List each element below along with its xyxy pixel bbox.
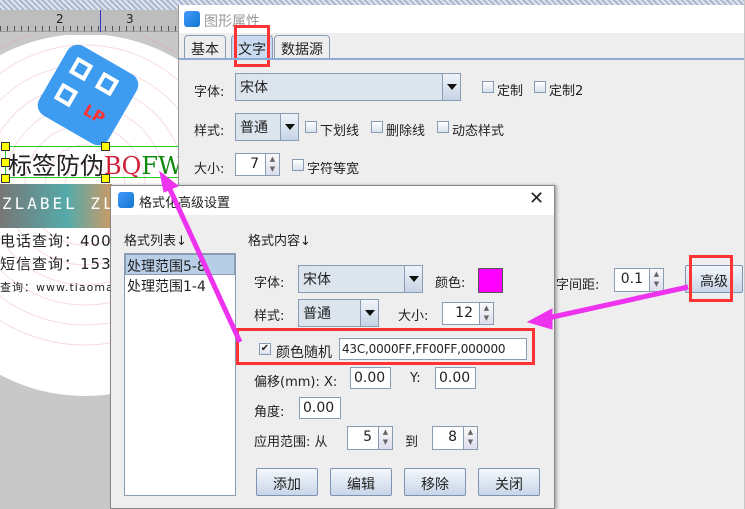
arrow-line [165,183,243,344]
arrow-head [159,170,179,193]
annotation-arrows [159,170,689,344]
arrow-line [547,284,689,321]
arrow-head [526,308,553,330]
